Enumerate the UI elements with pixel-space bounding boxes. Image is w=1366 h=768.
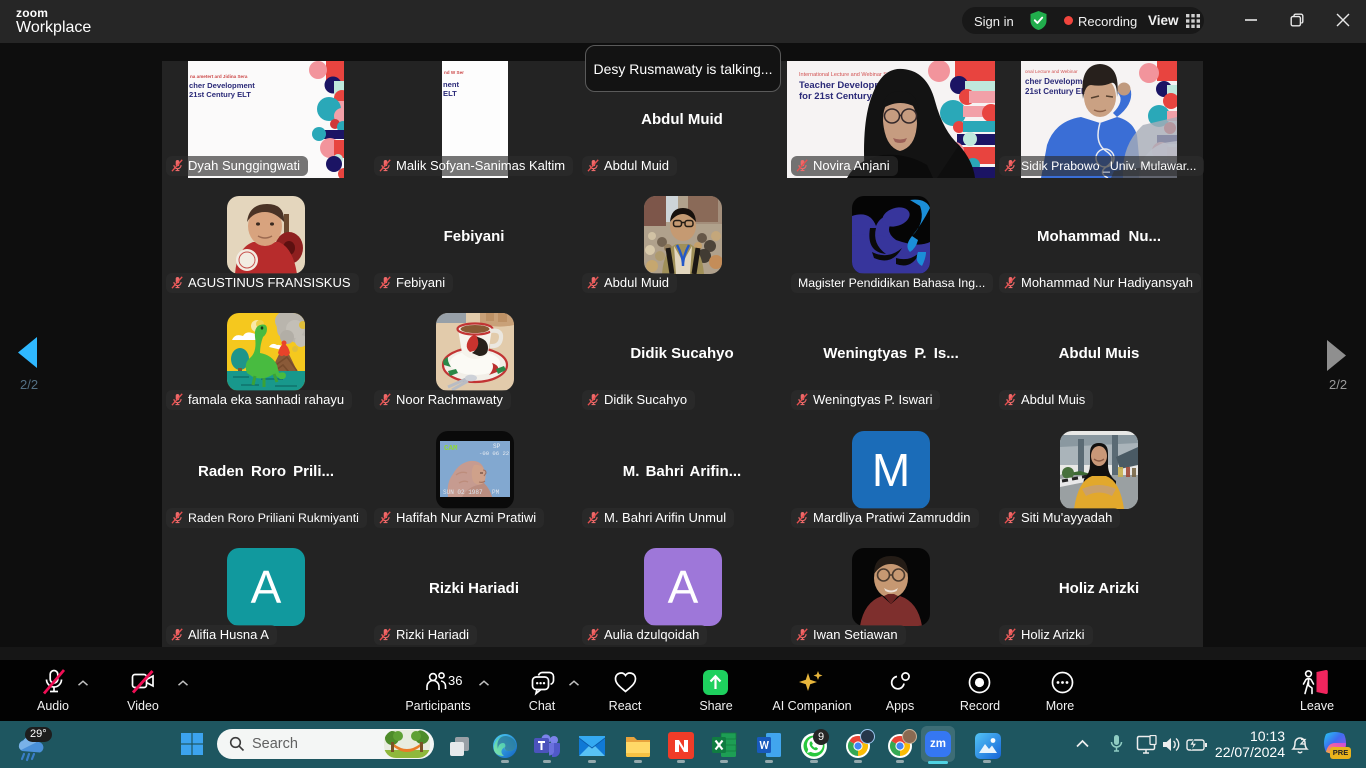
svg-text:CAM: CAM [444,445,458,453]
svg-text:na ametert ard Jidina Sera: na ametert ard Jidina Sera [190,74,248,79]
svg-text:nd W Ser: nd W Ser [444,70,464,75]
svg-text:PM: PM [492,489,500,496]
svg-text:cher Developme: cher Developme [1025,77,1087,86]
svg-text:21st Century ELT: 21st Century ELT [189,90,251,99]
svg-text:nent: nent [443,80,460,89]
svg-text:SUN 02 1987: SUN 02 1987 [443,489,483,496]
svg-text:ELT: ELT [443,89,457,98]
svg-text:onal Lecture and Webinar: onal Lecture and Webinar [1025,69,1078,74]
svg-text:cher Development: cher Development [189,81,255,90]
svg-text:21st Century EL: 21st Century EL [1025,87,1086,96]
svg-text:-00 06 22: -00 06 22 [479,450,509,457]
svg-text:SP: SP [493,443,501,450]
